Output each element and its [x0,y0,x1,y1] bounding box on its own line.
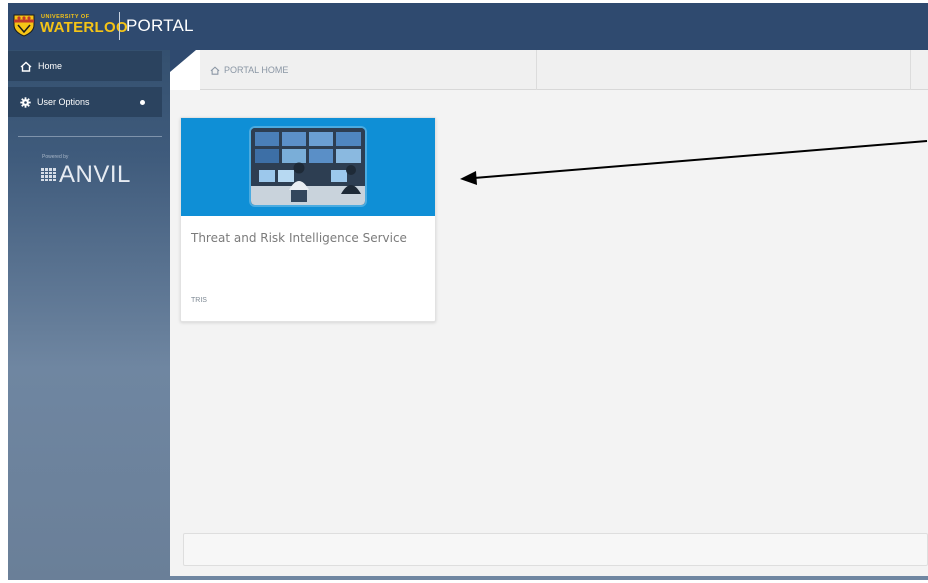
sidebar-divider [18,136,162,137]
breadcrumb[interactable]: PORTAL HOME [210,65,288,75]
card-title: Threat and Risk Intelligence Service [191,231,407,245]
service-card[interactable]: Threat and Risk Intelligence Service TRI… [180,117,436,322]
sidebar-item-label: User Options [37,97,90,107]
sidebar-item-label: Home [38,61,63,71]
home-icon [210,66,220,75]
tab-divider [536,50,537,90]
card-header [181,118,435,216]
portal-window: UNIVERSITY OF WATERLOO PORTAL Home User … [8,3,928,580]
anvil-logo: ANVIL [41,161,131,189]
footer-bar [183,533,928,566]
annotation-arrow-icon [460,140,928,185]
logo-waterloo-text: WATERLOO [40,19,128,36]
anvil-grid-icon [41,168,57,182]
breadcrumb-label: PORTAL HOME [224,65,289,75]
sidebar-item-user-options[interactable]: User Options [8,87,162,117]
gear-icon [20,96,31,108]
card-code: TRIS [191,297,207,304]
app-title[interactable]: PORTAL [126,16,194,36]
footer-strip [170,576,928,580]
university-shield-icon [13,14,35,37]
card-image-control-room [251,128,365,205]
sidebar: Home User Options Powered by ANVIL [8,50,170,580]
notification-dot [140,100,145,105]
sidebar-item-home[interactable]: Home [8,51,162,81]
powered-by-label: Powered by [42,154,69,160]
tab-corner-fold [170,50,200,90]
anvil-brand-text: ANVIL [59,161,131,188]
tab-divider [910,50,911,90]
home-icon [20,61,32,72]
breadcrumb-bar: PORTAL HOME [170,50,928,90]
top-bar: UNIVERSITY OF WATERLOO PORTAL [8,3,928,50]
logo-divider [119,12,120,40]
